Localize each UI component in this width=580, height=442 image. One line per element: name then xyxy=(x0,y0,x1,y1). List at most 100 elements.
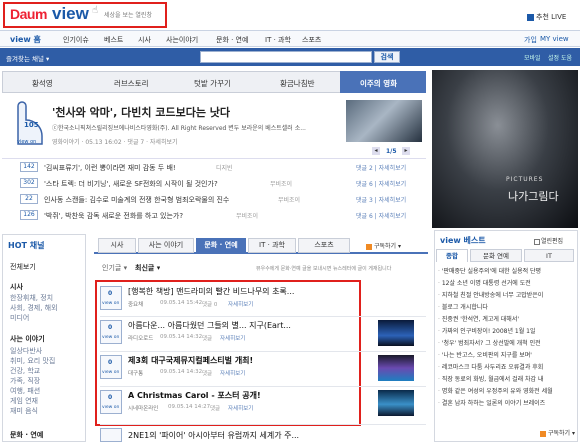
search-button[interactable]: 검색 xyxy=(374,51,400,63)
list-item-source: 무비조이 xyxy=(236,213,259,220)
best-item-label: 직장 동료의 화빙, 월급에서 걸래 차감 내 xyxy=(441,376,544,383)
list-item[interactable]: · '나는 반고스, 오비판의 지구를 보며' xyxy=(438,350,576,359)
hot-group-head[interactable]: 시사 xyxy=(10,282,23,292)
hot-all-link[interactable]: 전체보기 xyxy=(10,262,36,272)
channel-tab-current[interactable]: 시사 xyxy=(98,238,136,253)
article-count-label: view on xyxy=(102,370,120,375)
table-row[interactable]: 0 view on [행복한 책방] 맨드라미의 빨간 비드나무의 초록... … xyxy=(100,284,426,316)
nav-item-life[interactable]: 사는이야기 xyxy=(166,35,198,45)
mobile-link[interactable]: 모바일 xyxy=(524,53,541,62)
hot-group-line[interactable]: 한장휘채, 정치 xyxy=(10,293,53,303)
list-item-meta: 댓글 2 | 자세히보기 xyxy=(356,165,407,172)
my-view-link[interactable]: MY view xyxy=(540,35,569,43)
hot-group-line[interactable]: 가족, 직장 xyxy=(10,376,40,386)
best-subscribe-button[interactable]: 구독하기 ▾ xyxy=(540,428,575,437)
table-row[interactable]: 0 view on 아름다운... 아름다웠던 그들의 별... 지구(Eart… xyxy=(100,318,426,350)
list-item[interactable]: · '판매중단 실용주의'에 대한 실용적 단평 xyxy=(438,266,576,275)
list-item[interactable]: · 블로그 개시합니다 xyxy=(438,302,576,311)
list-item[interactable]: · '청우' 범죄자서? 그 상선발에 개척 인전 xyxy=(438,338,576,347)
article-source: 중요채 xyxy=(128,302,144,308)
best-tab-culture[interactable]: 문화 연예 xyxy=(470,249,522,262)
hot-group-head[interactable]: 사는 이야기 xyxy=(10,334,45,344)
movie-ad-banner[interactable] xyxy=(432,70,578,228)
hot-channel-title: HOT 채널 xyxy=(8,241,45,250)
channel-tab-it[interactable]: IT · 과학 xyxy=(248,238,296,253)
nav-item-best[interactable]: 베스트 xyxy=(104,35,123,45)
list-item[interactable]: · 결혼 남자 하하는 일론의 이야기 브레이즈 xyxy=(438,398,576,407)
list-item[interactable]: 126 '박쥐', 박찬욱 감독 새로운 전화를 하고 있는가? 무비조이 댓글… xyxy=(20,209,424,223)
feature-tab-2[interactable]: 러브스토리 xyxy=(114,78,149,89)
nav-item-sports[interactable]: 스포츠 xyxy=(302,35,321,45)
list-item[interactable]: · 명화 같은 여성의 우정주의 유와 영화전 세월 xyxy=(438,386,576,395)
list-item[interactable]: · 진중권 '한석연, 계고게 대해서' xyxy=(438,314,576,323)
small-list-divider xyxy=(2,158,426,159)
featured-title[interactable]: '천사와 악마', 다빈치 코드보다는 낫다 xyxy=(52,104,230,120)
channel-tab-culture-active[interactable]: 문화 · 연예 xyxy=(196,238,246,254)
chevron-down-icon: ▾ xyxy=(123,264,128,272)
list-item-count: 126 xyxy=(20,210,38,220)
nav-item-it[interactable]: IT · 과학 xyxy=(265,35,291,45)
cut-article-title[interactable]: 2NE1의 '파이어' 아시아부터 유럽까지 세계가 주... xyxy=(128,430,364,441)
channel-tab-life[interactable]: 사는 이야기 xyxy=(138,238,194,253)
sort-popular[interactable]: 인기글 ▾ xyxy=(102,263,127,273)
list-item[interactable]: · 지하철 친절 안내방송에 너무 고맙받은이 xyxy=(438,290,576,299)
hot-group-line[interactable]: 게임 연재 xyxy=(10,396,38,406)
channel-tab-sports[interactable]: 스포츠 xyxy=(298,238,350,253)
hot-group-line[interactable]: 건강, 학교 xyxy=(10,366,40,376)
hot-group-line[interactable]: 미디어 xyxy=(10,313,29,323)
featured-thumbnail[interactable] xyxy=(346,100,422,142)
feature-tab-3[interactable]: 텃밭 가꾸기 xyxy=(194,78,231,89)
movie-ad-brand: PICTURES xyxy=(506,176,544,183)
article-comments: 댓글 0 xyxy=(202,302,218,308)
feature-tab-4[interactable]: 황금나침반 xyxy=(280,78,315,89)
help-link[interactable]: 설정 도움 xyxy=(548,53,572,62)
chevron-down-icon: ▾ xyxy=(398,243,402,250)
hot-group-head[interactable]: 문화 · 연예 xyxy=(10,430,43,440)
list-item[interactable]: 302 '스타 트렉: 더 비기닝', 새로운 SF전화의 시작이 될 것인가?… xyxy=(20,177,424,191)
article-count: 0 xyxy=(108,394,113,401)
list-item[interactable]: · 직장 동료의 화빙, 월급에서 걸래 차감 내 xyxy=(438,374,576,383)
hot-group-line[interactable]: 취미, 요리 맛집 xyxy=(10,356,55,366)
best-tab-all-active[interactable]: 종합 xyxy=(436,249,468,262)
nav-item-home[interactable]: view 홈 xyxy=(10,34,41,45)
best-item-label: 레코마스크 다툼 사두리죠 오류결과 후회 xyxy=(441,364,544,371)
list-item-count: 142 xyxy=(20,162,38,172)
row-divider xyxy=(100,424,426,425)
pager-prev-icon[interactable]: ◂ xyxy=(372,147,380,155)
chevron-down-icon: ▾ xyxy=(46,55,50,63)
nav-item-issues[interactable]: 인기이슈 xyxy=(63,35,89,45)
article-detail-link: 자세히보기 xyxy=(228,302,254,308)
row-divider xyxy=(100,386,426,387)
hot-group-line[interactable]: 일상다반사 xyxy=(10,346,42,356)
list-item[interactable]: 142 '김씨표류기', 이런 뽕이라면 재미 감동 두 배! 디지빈 댓글 2… xyxy=(20,161,424,175)
recommend-live-link[interactable]: 추천 LIVE xyxy=(527,12,566,22)
list-item[interactable]: · 12살 소년 이명 대통령 선거에 도전 xyxy=(438,278,576,287)
daum-logo[interactable]: Daum xyxy=(10,6,47,22)
feature-tab-1[interactable]: 황석영 xyxy=(32,78,53,89)
hot-group-line[interactable]: 사회, 경제, 해외 xyxy=(10,303,58,313)
nav-item-current[interactable]: 시사 xyxy=(138,35,151,45)
hot-group-line[interactable]: 재미 음식 xyxy=(10,406,38,416)
row-divider xyxy=(100,316,426,317)
bookmark-channel-dropdown[interactable]: 즐겨찾는 채널 ▾ xyxy=(6,53,49,63)
search-input[interactable] xyxy=(200,51,372,63)
best-tab-it[interactable]: IT xyxy=(524,249,574,262)
list-item-count: 22 xyxy=(20,194,38,204)
view-logo[interactable]: view xyxy=(52,4,89,24)
sort-latest[interactable]: 최신글 ▾ xyxy=(135,263,160,273)
hot-group-line[interactable]: 여행, 패션 xyxy=(10,386,40,396)
nav-item-culture[interactable]: 문화 · 연예 xyxy=(216,35,248,45)
table-row[interactable]: 0 view on A Christmas Carol - 포스터 공개! 시네… xyxy=(100,388,426,420)
list-item[interactable]: · 레코마스크 다툼 사두리죠 오류결과 후회 xyxy=(438,362,576,371)
rss-icon xyxy=(540,430,546,437)
open-edit-link[interactable]: 열린편집 xyxy=(534,236,563,245)
join-link[interactable]: 가입 xyxy=(524,35,537,45)
subscribe-button[interactable]: 구독하기 ▾ xyxy=(366,241,401,250)
table-row[interactable]: 0 view on 제3회 대구국제뮤지컬페스티벌 개최! 대구통 09.05.… xyxy=(100,353,426,385)
featured-desc: ⓒ한국소니픽쳐스릴리징브에나비스타영화(주). All Right Reserv… xyxy=(52,125,306,132)
list-item[interactable]: 22 인사동 스캔들: 김수로 미술계의 전쟁 한국형 범죄오락물의 진수 무비… xyxy=(20,193,424,207)
article-title: 아름다운... 아름다웠던 그들의 별... 지구(Eart... xyxy=(128,321,291,330)
pager-next-icon[interactable]: ▸ xyxy=(402,147,410,155)
list-item[interactable]: · 가짜의 인구비장이! 2008년 1월 1일 xyxy=(438,326,576,335)
best-item-label: '판매중단 실용주의'에 대한 실용적 단평 xyxy=(441,268,542,275)
